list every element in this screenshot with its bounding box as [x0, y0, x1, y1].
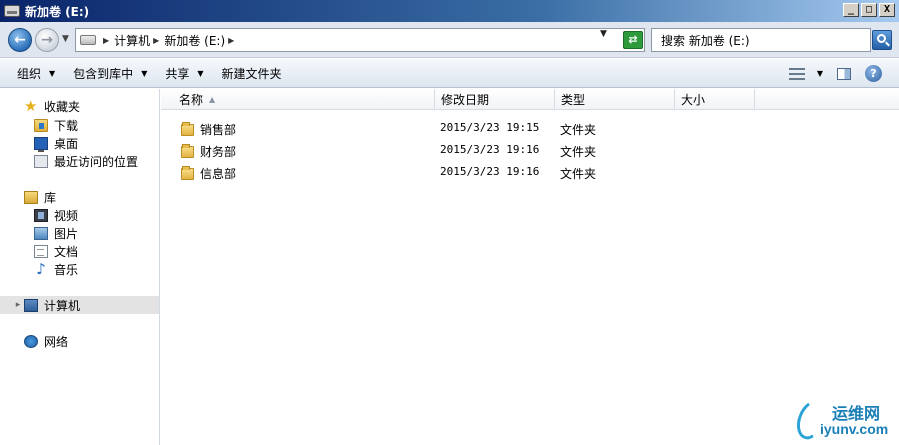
file-modified: 2015/3/23 19:15	[440, 121, 540, 134]
breadcrumb-chevron-icon[interactable]: ▶	[228, 36, 234, 45]
maximize-button[interactable]: □	[861, 3, 877, 17]
network-icon	[24, 334, 38, 348]
share-button[interactable]: 共享 ▼	[156, 59, 212, 87]
refresh-button[interactable]: ⇄	[623, 31, 643, 49]
watermark-logo: 运维网 iyunv.com	[791, 396, 898, 444]
breadcrumb-chevron-icon[interactable]: ▶	[153, 36, 159, 45]
column-header-modified[interactable]: 修改日期	[435, 89, 555, 110]
include-in-library-button[interactable]: 包含到库中 ▼	[64, 59, 156, 87]
column-header-size[interactable]: 大小	[675, 89, 755, 110]
breadcrumb-chevron-icon[interactable]: ▶	[103, 36, 109, 45]
drive-icon	[4, 5, 20, 17]
file-name: 信息部	[200, 167, 237, 181]
chevron-down-icon: ▼	[197, 68, 204, 78]
file-type: 文件夹	[560, 145, 597, 159]
download-folder-icon	[34, 118, 48, 132]
table-row[interactable]: 财务部 2015/3/23 19:16 文件夹	[161, 140, 899, 160]
nav-item-downloads[interactable]: 下载	[0, 116, 159, 134]
nav-favorites[interactable]: ★ 收藏夹	[0, 97, 159, 115]
column-header-type[interactable]: 类型	[555, 89, 675, 110]
folder-icon	[181, 165, 194, 180]
organize-button[interactable]: 组织 ▼	[0, 59, 64, 87]
preview-pane-icon[interactable]	[837, 67, 851, 80]
command-bar: 组织 ▼ 包含到库中 ▼ 共享 ▼ 新建文件夹 ▼ ?	[0, 59, 899, 88]
library-icon	[24, 190, 38, 204]
back-button[interactable]: ←	[8, 28, 32, 52]
nav-item-pictures[interactable]: 图片	[0, 224, 159, 242]
folder-icon	[181, 121, 194, 136]
nav-item-music[interactable]: ♪ 音乐	[0, 260, 159, 278]
view-controls: ▼ ?	[788, 59, 899, 88]
file-name: 财务部	[200, 145, 237, 159]
table-row[interactable]: 信息部 2015/3/23 19:16 文件夹	[161, 162, 899, 182]
title-bar[interactable]: 新加卷 (E:) _ □ X	[0, 0, 899, 22]
search-button[interactable]	[872, 30, 892, 50]
video-icon	[34, 208, 48, 222]
nav-item-documents[interactable]: 文档	[0, 242, 159, 260]
expand-arrow-icon[interactable]: ▸	[12, 300, 24, 310]
view-options-icon[interactable]	[788, 67, 805, 80]
nav-item-videos[interactable]: 视频	[0, 206, 159, 224]
address-bar: ← → ▼ ▶ 计算机 ▶ 新加卷 (E:) ▶ ▼ ⇄ 搜索 新加卷 (E:)	[0, 22, 899, 58]
close-button[interactable]: X	[879, 3, 895, 17]
drive-icon	[80, 35, 96, 45]
file-type: 文件夹	[560, 123, 597, 137]
picture-icon	[34, 226, 48, 240]
file-modified: 2015/3/23 19:16	[440, 165, 540, 178]
minimize-button[interactable]: _	[843, 3, 859, 17]
forward-button[interactable]: →	[35, 28, 59, 52]
music-note-icon: ♪	[36, 259, 46, 278]
breadcrumb-volume[interactable]: 新加卷 (E:)	[164, 32, 225, 49]
file-name: 销售部	[200, 123, 237, 137]
chevron-down-icon: ▼	[49, 68, 56, 78]
file-list: 名称 ▲ 修改日期 类型 大小 销售部 2015/3/23 19:15 文件夹 …	[161, 89, 899, 445]
document-icon	[34, 244, 48, 258]
navigation-pane: ★ 收藏夹 下载 桌面 最近访问的位置 库 视频 图片 文档 ♪ 音乐 ▸ 计算…	[0, 89, 160, 445]
window-title: 新加卷 (E:)	[25, 4, 90, 19]
computer-icon	[24, 298, 38, 312]
help-icon[interactable]: ?	[865, 65, 882, 82]
file-modified: 2015/3/23 19:16	[440, 143, 540, 156]
chevron-down-icon: ▼	[141, 68, 148, 78]
nav-network[interactable]: 网络	[0, 332, 159, 350]
recent-places-icon	[34, 154, 48, 168]
sort-ascending-icon: ▲	[209, 95, 216, 104]
nav-item-recent-places[interactable]: 最近访问的位置	[0, 152, 159, 170]
nav-libraries[interactable]: 库	[0, 188, 159, 206]
desktop-icon	[34, 136, 48, 152]
folder-icon	[181, 143, 194, 158]
table-row[interactable]: 销售部 2015/3/23 19:15 文件夹	[161, 118, 899, 138]
star-icon: ★	[24, 96, 38, 115]
new-folder-button[interactable]: 新建文件夹	[213, 59, 291, 87]
search-input[interactable]: 搜索 新加卷 (E:)	[651, 28, 871, 52]
file-type: 文件夹	[560, 167, 597, 181]
window-controls: _ □ X	[843, 3, 895, 17]
chevron-down-icon[interactable]: ▼	[817, 69, 823, 78]
address-dropdown-icon[interactable]: ▼	[600, 29, 607, 39]
nav-item-desktop[interactable]: 桌面	[0, 134, 159, 152]
breadcrumb-computer[interactable]: 计算机	[114, 32, 150, 49]
nav-computer[interactable]: ▸ 计算机	[0, 296, 159, 314]
column-header-name[interactable]: 名称 ▲	[173, 89, 435, 110]
recent-pages-dropdown[interactable]: ▼	[62, 34, 69, 44]
address-input[interactable]: ▶ 计算机 ▶ 新加卷 (E:) ▶	[75, 28, 645, 52]
column-headers: 名称 ▲ 修改日期 类型 大小	[161, 89, 899, 110]
